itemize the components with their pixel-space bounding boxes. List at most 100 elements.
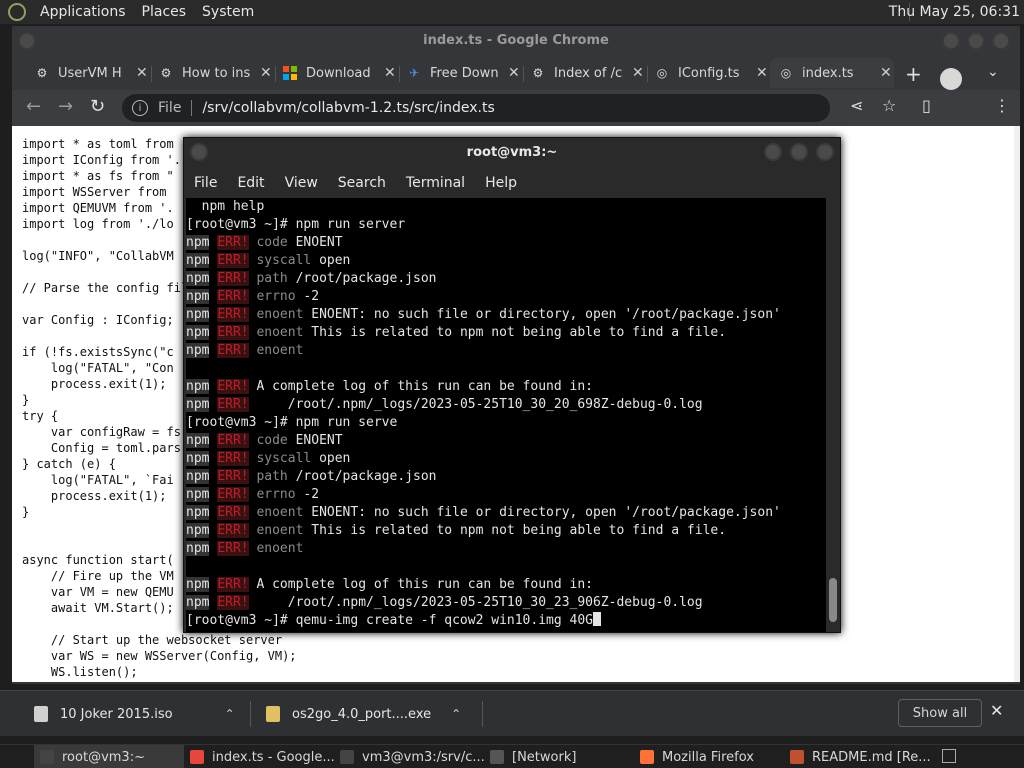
close-icon[interactable]: ✕ xyxy=(260,65,272,81)
taskbar-item-firefox[interactable]: Mozilla Firefox xyxy=(634,745,784,768)
tab-index-of[interactable]: ⚙ Index of /c ✕ xyxy=(522,58,648,88)
npm-tag: npm xyxy=(186,379,210,394)
err-key: path xyxy=(256,271,288,286)
err-tag: ERR! xyxy=(217,379,249,394)
close-button[interactable] xyxy=(992,32,1010,50)
tab-label: UserVM H xyxy=(58,65,122,81)
taskbar-label: root@vm3:~ xyxy=(62,749,145,765)
terminal-icon xyxy=(40,750,54,764)
tab-label: index.ts xyxy=(802,65,854,81)
forward-arrow-icon[interactable]: → xyxy=(58,96,73,117)
new-tab-plus-icon[interactable]: + xyxy=(905,62,922,86)
info-icon[interactable]: i xyxy=(132,100,148,116)
tab-label: Download xyxy=(306,65,371,81)
minimize-button[interactable] xyxy=(942,32,960,50)
page-scrollbar[interactable] xyxy=(1014,126,1020,682)
taskbar-label: Mozilla Firefox xyxy=(662,749,754,765)
tab-uservm[interactable]: ⚙ UserVM H ✕ xyxy=(26,58,152,88)
close-icon[interactable]: ✕ xyxy=(632,65,644,81)
tab-how-to[interactable]: ⚙ How to ins ✕ xyxy=(150,58,276,88)
chevron-down-icon[interactable]: ⌄ xyxy=(987,64,999,80)
terminal-menu-button[interactable] xyxy=(190,143,208,161)
taskbar-item-file-manager[interactable]: vm3@vm3:/srv/c... xyxy=(334,745,484,768)
clock[interactable]: Thu May 25, 06:31 xyxy=(889,0,1020,24)
terminal-menu-terminal[interactable]: Terminal xyxy=(396,175,475,191)
err-key: enoent xyxy=(256,523,304,538)
chevron-up-icon[interactable]: ⌃ xyxy=(225,707,235,721)
npm-tag: npm xyxy=(186,397,210,412)
terminal-line: npm ERR! A complete log of this run can … xyxy=(186,576,826,594)
terminal-menubar: File Edit View Search Terminal Help xyxy=(184,170,840,196)
close-icon[interactable]: ✕ xyxy=(136,65,148,81)
taskbar-item-network[interactable]: [Network] xyxy=(484,745,634,768)
download-item[interactable]: os2go_4.0_port....exe ⌃ xyxy=(266,701,461,727)
terminal-menu-edit[interactable]: Edit xyxy=(227,175,274,191)
download-divider xyxy=(250,701,251,727)
tab-index-ts[interactable]: ◎ index.ts ✕ xyxy=(770,58,894,88)
side-panel-icon[interactable]: ▯ xyxy=(922,96,931,115)
err-tag: ERR! xyxy=(217,487,249,502)
menu-places[interactable]: Places xyxy=(134,0,195,24)
terminal-menu-search[interactable]: Search xyxy=(328,175,396,191)
windows-logo-icon xyxy=(282,65,298,81)
err-key: syscall xyxy=(256,253,312,268)
show-desktop-icon[interactable] xyxy=(942,749,956,763)
distro-logo-icon[interactable] xyxy=(8,3,26,21)
window-menu-button[interactable] xyxy=(18,32,36,50)
terminal-menu-file[interactable]: File xyxy=(184,175,227,191)
menu-system[interactable]: System xyxy=(194,0,262,24)
kebab-menu-icon[interactable]: ⋮ xyxy=(994,96,1010,115)
show-all-button[interactable]: Show all xyxy=(898,699,982,727)
npm-tag: npm xyxy=(186,577,210,592)
terminal-scrollbar[interactable] xyxy=(826,198,840,632)
back-arrow-icon[interactable]: ← xyxy=(26,96,41,117)
text-editor-icon xyxy=(790,750,804,764)
globe-icon: ◎ xyxy=(656,66,668,80)
terminal-close-button[interactable] xyxy=(816,143,834,161)
scrollbar-thumb[interactable] xyxy=(829,578,837,622)
close-icon[interactable]: ✕ xyxy=(756,65,768,81)
bookmark-star-icon[interactable]: ☆ xyxy=(882,96,896,115)
close-icon[interactable]: ✕ xyxy=(990,701,1003,720)
terminal-menu-view[interactable]: View xyxy=(275,175,328,191)
err-key: errno xyxy=(256,487,296,502)
terminal-line: npm ERR! errno -2 xyxy=(186,288,826,306)
taskbar-item-terminal[interactable]: root@vm3:~ xyxy=(34,745,184,768)
share-icon[interactable]: ⋖ xyxy=(850,96,863,115)
err-tag: ERR! xyxy=(217,469,249,484)
close-icon[interactable]: ✕ xyxy=(508,65,520,81)
npm-tag: npm xyxy=(186,307,210,322)
err-message: A complete log of this run can be found … xyxy=(256,577,593,592)
menu-applications[interactable]: Applications xyxy=(32,0,134,24)
terminal-minimize-button[interactable] xyxy=(764,143,782,161)
reload-icon[interactable]: ↻ xyxy=(90,96,105,117)
terminal-maximize-button[interactable] xyxy=(790,143,808,161)
err-tag: ERR! xyxy=(217,577,249,592)
maximize-button[interactable] xyxy=(967,32,985,50)
tab-label: Free Down xyxy=(430,65,499,81)
flame-icon: ✈ xyxy=(408,66,420,80)
desktop: Applications Places System Thu May 25, 0… xyxy=(0,0,1024,768)
taskbar-item-readme[interactable]: README.md [Re... xyxy=(784,745,934,768)
collabvm-icon: ⚙ xyxy=(36,66,48,80)
file-icon xyxy=(34,706,48,722)
close-icon[interactable]: ✕ xyxy=(384,65,396,81)
tab-free-down[interactable]: ✈ Free Down ✕ xyxy=(398,58,524,88)
command-input[interactable]: [root@vm3 ~]# qemu-img create -f qcow2 w… xyxy=(186,613,593,628)
collabvm-icon: ⚙ xyxy=(160,66,172,80)
address-bar[interactable]: i File /srv/collabvm/collabvm-1.2.ts/src… xyxy=(122,94,830,122)
profile-avatar-icon[interactable] xyxy=(940,68,962,90)
file-icon xyxy=(266,706,280,722)
npm-tag: npm xyxy=(186,595,210,610)
download-item[interactable]: 10 Joker 2015.iso ⌃ xyxy=(34,701,235,727)
tab-iconfig[interactable]: ◎ IConfig.ts ✕ xyxy=(646,58,772,88)
close-icon[interactable]: ✕ xyxy=(880,65,892,81)
tab-download[interactable]: Download ✕ xyxy=(274,58,400,88)
chevron-up-icon[interactable]: ⌃ xyxy=(451,707,461,721)
terminal-output[interactable]: npm help [root@vm3 ~]# npm run server npm … xyxy=(186,198,826,632)
collabvm-icon: ⚙ xyxy=(532,66,544,80)
terminal-menu-help[interactable]: Help xyxy=(475,175,527,191)
terminal-line: npm help xyxy=(186,198,826,216)
taskbar-item-chrome[interactable]: index.ts - Google... xyxy=(184,745,334,768)
toolbar: ← → ↻ i File /srv/collabvm/collabvm-1.2.… xyxy=(12,90,1020,126)
